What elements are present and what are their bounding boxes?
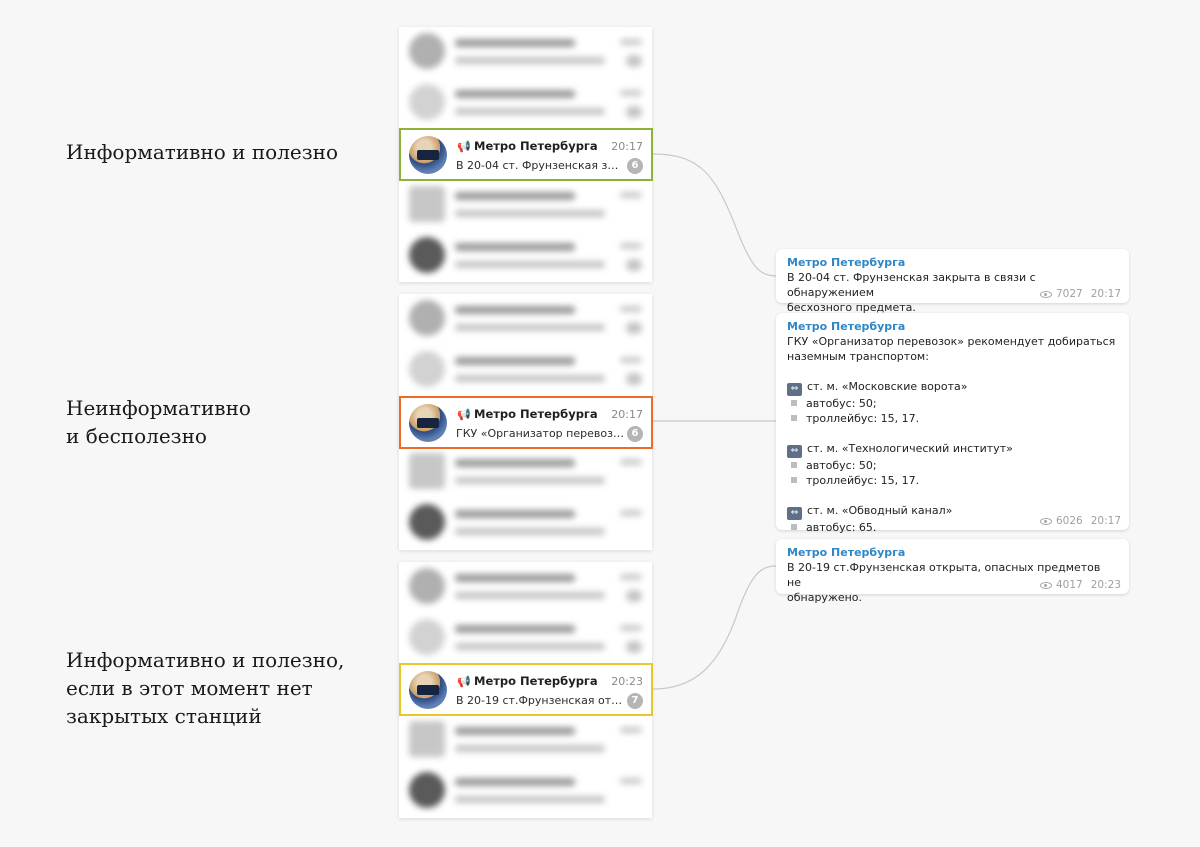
unread-badge: 6	[627, 426, 643, 442]
blurred-chat-row	[399, 27, 652, 78]
message-meta: 7027 20:17	[1040, 288, 1121, 300]
chat-row-metro-transport[interactable]: 📢 Метро Петербурга 20:17 ГКУ «Организато…	[399, 396, 653, 449]
eye-icon	[1040, 518, 1052, 525]
caption-line: Информативно и полезно	[66, 140, 339, 164]
message-bubble-closed: Метро Петербурга В 20-04 ст. Фрунзенская…	[776, 249, 1129, 314]
chat-time: 20:17	[611, 140, 643, 153]
chat-name: Метро Петербурга	[474, 139, 598, 153]
view-count: 7027	[1056, 288, 1083, 300]
blurred-chat-row	[399, 562, 652, 613]
chat-preview: ГКУ «Организатор перевозок» рекомендует …	[456, 427, 624, 440]
chat-time: 20:23	[611, 675, 643, 688]
message-meta: 6026 20:17	[1040, 515, 1121, 527]
caption-informative-conditional: Информативно и полезно, если в этот моме…	[66, 646, 344, 730]
route-text: троллейбус: 15, 17.	[806, 412, 920, 425]
message-time: 20:17	[1090, 288, 1121, 300]
view-count: 6026	[1056, 515, 1083, 527]
blurred-chat-row	[399, 766, 652, 817]
route-line: автобус: 50;	[787, 396, 1117, 411]
blurred-chat-row	[399, 498, 652, 549]
message-author[interactable]: Метро Петербурга	[787, 545, 1117, 560]
route-line: троллейбус: 15, 17.	[787, 411, 1117, 426]
chat-row-metro-opened[interactable]: 📢 Метро Петербурга 20:23 В 20-19 ст.Фрун…	[399, 663, 653, 716]
square-bullet-icon	[791, 415, 797, 421]
left-right-arrow-icon: ⇔	[787, 507, 802, 520]
route-text: автобус: 65.	[806, 521, 877, 534]
square-bullet-icon	[791, 477, 797, 483]
square-bullet-icon	[791, 462, 797, 468]
eye-icon	[1040, 291, 1052, 298]
blurred-chat-row	[399, 715, 652, 766]
message-author[interactable]: Метро Петербурга	[787, 319, 1117, 334]
station-line: ⇔ ст. м. «Московские ворота»	[787, 379, 1117, 396]
caption-line: Неинформативно	[66, 396, 251, 420]
chat-time: 20:17	[611, 408, 643, 421]
message-time: 20:23	[1090, 579, 1121, 591]
message-line: ГКУ «Организатор перевозок» рекомендует …	[787, 335, 1116, 348]
message-meta: 4017 20:23	[1040, 579, 1121, 591]
route-line: автобус: 50;	[787, 458, 1117, 473]
eye-icon	[1040, 582, 1052, 589]
message-bubble-transport: Метро Петербурга ГКУ «Организатор перево…	[776, 313, 1129, 534]
chat-name: Метро Петербурга	[474, 407, 598, 421]
chat-row-metro-closed[interactable]: 📢 Метро Петербурга 20:17 В 20-04 ст. Фру…	[399, 128, 653, 181]
station-name: ст. м. «Технологический институт»	[807, 442, 1013, 455]
blurred-chat-row	[399, 180, 652, 231]
blurred-chat-row	[399, 345, 652, 396]
route-line: троллейбус: 15, 17.	[787, 473, 1117, 488]
chat-name: Метро Петербурга	[474, 674, 598, 688]
blurred-chat-row	[399, 447, 652, 498]
channel-avatar	[409, 136, 447, 174]
station-name: ст. м. «Московские ворота»	[807, 380, 968, 393]
caption-line: закрытых станций	[66, 704, 262, 728]
caption-informative-useful: Информативно и полезно	[66, 138, 338, 166]
caption-line: Информативно и полезно,	[66, 648, 345, 672]
left-right-arrow-icon: ⇔	[787, 383, 802, 396]
blurred-chat-row	[399, 231, 652, 282]
message-line: обнаружено.	[787, 591, 863, 604]
chat-preview: В 20-19 ст.Фрунзенская открыта, опасных …	[456, 694, 624, 707]
blurred-chat-row	[399, 78, 652, 129]
route-text: автобус: 50;	[806, 397, 877, 410]
station-name: ст. м. «Обводный канал»	[807, 504, 953, 517]
message-bubble-opened: Метро Петербурга В 20-19 ст.Фрунзенская …	[776, 539, 1129, 604]
caption-line: если в этот момент нет	[66, 676, 313, 700]
route-text: троллейбус: 15, 17.	[806, 474, 920, 487]
view-count: 4017	[1056, 579, 1083, 591]
channel-avatar	[409, 671, 447, 709]
caption-uninformative-useless: Неинформативно и бесполезно	[66, 394, 251, 450]
square-bullet-icon	[791, 524, 797, 530]
station-line: ⇔ ст. м. «Технологический институт»	[787, 441, 1117, 458]
message-text: ГКУ «Организатор перевозок» рекомендует …	[787, 334, 1117, 535]
unread-badge: 6	[627, 158, 643, 174]
megaphone-icon: 📢	[457, 675, 471, 688]
blurred-chat-row	[399, 294, 652, 345]
megaphone-icon: 📢	[457, 408, 471, 421]
megaphone-icon: 📢	[457, 140, 471, 153]
blurred-chat-row	[399, 613, 652, 664]
unread-badge: 7	[627, 693, 643, 709]
left-right-arrow-icon: ⇔	[787, 445, 802, 458]
message-time: 20:17	[1090, 515, 1121, 527]
route-text: автобус: 50;	[806, 459, 877, 472]
chat-preview: В 20-04 ст. Фрунзенская закрыта в связи …	[456, 159, 624, 172]
caption-line: и бесполезно	[66, 424, 207, 448]
square-bullet-icon	[791, 400, 797, 406]
message-author[interactable]: Метро Петербурга	[787, 255, 1117, 270]
message-line: наземным транспортом:	[787, 350, 929, 363]
channel-avatar	[409, 404, 447, 442]
